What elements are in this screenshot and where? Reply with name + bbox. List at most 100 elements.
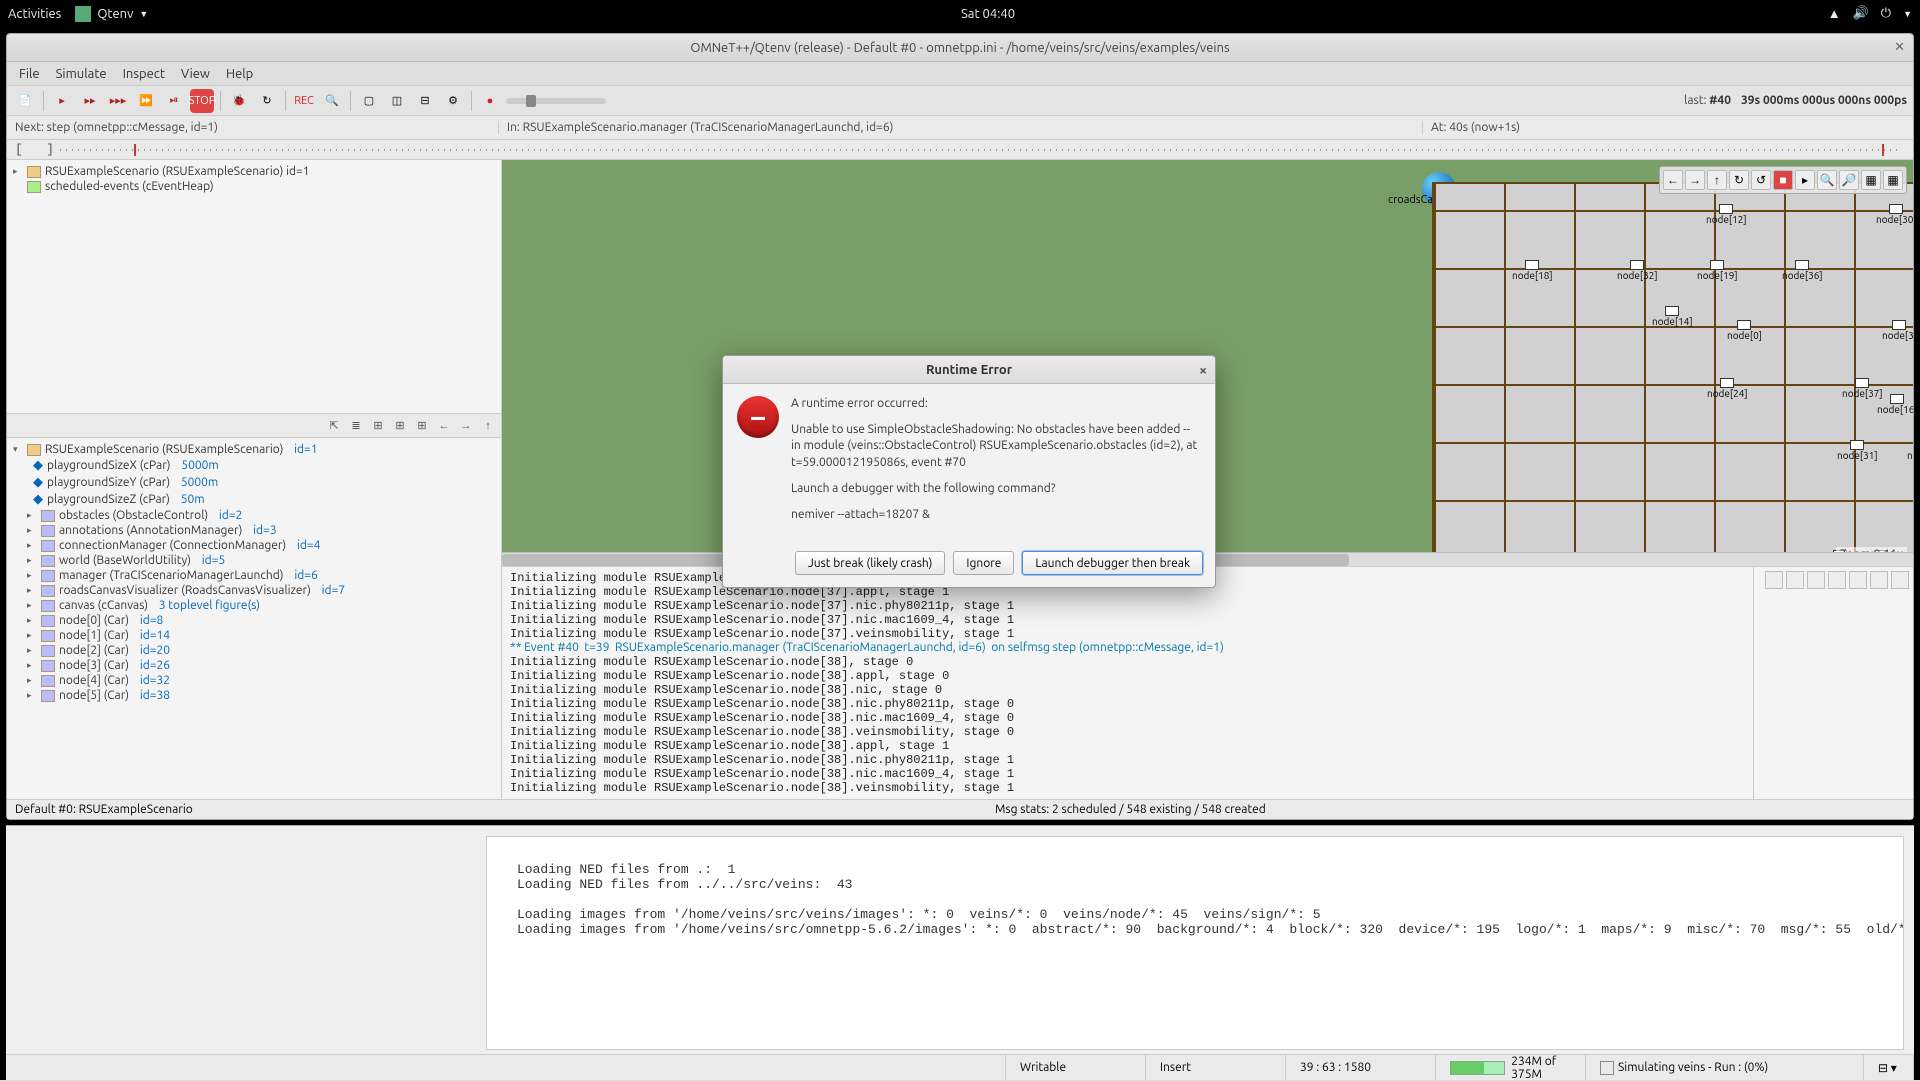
in-module-label: In: RSUExampleScenario.manager (TraCISce… — [499, 121, 1423, 134]
network-icon[interactable]: ▲ — [1828, 6, 1841, 21]
runtime-error-dialog: Runtime Error × – A runtime error occurr… — [722, 355, 1216, 588]
window-title: OMNeT++/Qtenv (release) - Default #0 - o… — [690, 41, 1229, 55]
zoom-in-icon[interactable]: 🔍 — [1817, 170, 1837, 190]
eventheap-icon — [27, 181, 41, 193]
run-button[interactable]: ▸▸ — [78, 89, 102, 113]
sep-icon[interactable] — [1870, 571, 1888, 589]
refresh-button[interactable]: ↻ — [255, 89, 279, 113]
gear-icon[interactable] — [1828, 571, 1846, 589]
menu-inspect[interactable]: Inspect — [123, 67, 165, 81]
stop-icon[interactable]: ■ — [1773, 170, 1793, 190]
up-icon[interactable]: ↑ — [1707, 170, 1727, 190]
menu-simulate[interactable]: Simulate — [56, 67, 107, 81]
module-icon — [41, 600, 55, 612]
module-icon — [41, 645, 55, 657]
record-video-button[interactable]: ● — [478, 89, 502, 113]
status-msgstats: Msg stats: 2 scheduled / 548 existing / … — [987, 803, 1266, 816]
activities-button[interactable]: Activities — [8, 7, 61, 21]
save-icon[interactable] — [1765, 571, 1783, 589]
timeline-button[interactable]: ⊟ — [413, 89, 437, 113]
log-toolbar — [1753, 567, 1913, 799]
stop-button[interactable]: STOP — [190, 89, 214, 113]
console-output[interactable]: Loading NED files from .: 1 Loading NED … — [486, 836, 1904, 1050]
clock[interactable]: Sat 04:40 — [961, 7, 1015, 21]
sort-icon[interactable]: ⊞ — [413, 417, 431, 435]
log-output[interactable]: Initializing module RSUExampleScenario.n… — [502, 567, 1753, 799]
module-icon — [41, 585, 55, 597]
object-tree-top[interactable]: ▸RSUExampleScenario (RSUExampleScenario)… — [7, 160, 501, 414]
options-icon[interactable]: ▦ — [1861, 170, 1881, 190]
group-icon[interactable]: ⊞ — [369, 417, 387, 435]
speed-slider[interactable] — [506, 98, 606, 104]
close-icon[interactable]: × — [1199, 362, 1207, 378]
forward-icon[interactable]: → — [457, 417, 475, 435]
find-button[interactable]: 🔍 — [320, 89, 344, 113]
forward-icon[interactable]: → — [1685, 170, 1705, 190]
at-time-label: At: 40s (now+1s) — [1423, 121, 1913, 134]
flat-icon[interactable]: ≣ — [347, 417, 365, 435]
menu-file[interactable]: File — [19, 67, 40, 81]
next-event-label: Next: step (omnetpp::cMessage, id=1) — [7, 121, 499, 134]
step-button[interactable]: ▸ — [50, 89, 74, 113]
timeline-marker — [134, 144, 136, 156]
module-icon — [41, 615, 55, 627]
redraw-icon[interactable]: ↺ — [1751, 170, 1771, 190]
back-icon[interactable]: ← — [1663, 170, 1683, 190]
power-icon[interactable]: ⏻ — [1881, 6, 1891, 21]
new-run-button[interactable]: 📄 — [13, 89, 37, 113]
inspector-toolbar: ⇱ ≣ ⊞ ⊞ ⊞ ← → ↑ — [7, 414, 501, 438]
road-grid — [1432, 182, 1913, 562]
inherit-icon[interactable]: ⊞ — [391, 417, 409, 435]
toolbar: 📄 ▸ ▸▸ ▸▸▸ ⏩ ⏯ STOP 🐞 ↻ REC 🔍 ▢ ◫ ⊟ ⚙ ● … — [7, 86, 1913, 116]
screenshot-icon[interactable]: ▦ — [1883, 170, 1903, 190]
timeline-marker — [1882, 144, 1884, 156]
ignore-button[interactable]: Ignore — [953, 551, 1014, 575]
module-icon — [41, 630, 55, 642]
status-config: Default #0: RSUExampleScenario — [7, 803, 987, 816]
close-icon[interactable]: ✕ — [1894, 40, 1905, 55]
run-until-button[interactable]: ⏯ — [162, 89, 186, 113]
gear-icon[interactable]: ⚙ — [441, 89, 465, 113]
sb-task: Simulating veins - Run : (0%) — [1586, 1055, 1864, 1080]
module-icon — [41, 690, 55, 702]
launch-debugger-button[interactable]: Launch debugger then break — [1022, 551, 1203, 575]
dialog-title-bar[interactable]: Runtime Error × — [723, 356, 1215, 384]
pin-icon[interactable] — [1786, 571, 1804, 589]
parent-icon[interactable]: ⇱ — [325, 417, 343, 435]
express-button[interactable]: ⏩ — [134, 89, 158, 113]
app-menu[interactable]: Qtenv ▼ — [75, 6, 148, 22]
module-icon — [41, 540, 55, 552]
trash-icon[interactable] — [1600, 1061, 1614, 1075]
sb-etc[interactable]: ⊟ ▾ — [1864, 1055, 1914, 1080]
window-title-bar[interactable]: OMNeT++/Qtenv (release) - Default #0 - o… — [7, 34, 1913, 62]
split-icon[interactable] — [1849, 571, 1867, 589]
timeline-ruler[interactable]: [ ] — [7, 140, 1913, 160]
run-icon[interactable]: ▸ — [1795, 170, 1815, 190]
fast-button[interactable]: ▸▸▸ — [106, 89, 130, 113]
up-icon[interactable]: ↑ — [479, 417, 497, 435]
dialog-title: Runtime Error — [926, 363, 1012, 377]
split-button[interactable]: ◫ — [385, 89, 409, 113]
sb-position: 39 : 63 : 1580 — [1286, 1055, 1436, 1080]
back-icon[interactable]: ← — [435, 417, 453, 435]
module-icon — [41, 570, 55, 582]
rec-button[interactable]: REC — [292, 89, 316, 113]
volume-icon[interactable]: 🔊 — [1853, 6, 1869, 21]
menu-view[interactable]: View — [181, 67, 210, 81]
inspector-tree[interactable]: ▾RSUExampleScenario (RSUExampleScenario)… — [7, 438, 501, 799]
sb-memory[interactable]: 234M of 375M — [1436, 1055, 1586, 1080]
chevron-down-icon: ▼ — [1903, 9, 1912, 19]
menu-help[interactable]: Help — [226, 67, 253, 81]
max-icon[interactable] — [1891, 571, 1909, 589]
module-icon — [27, 166, 41, 178]
sb-writable: Writable — [1006, 1055, 1146, 1080]
chevron-down-icon: ▼ — [139, 9, 148, 19]
filter-icon[interactable] — [1807, 571, 1825, 589]
left-panel: ▸RSUExampleScenario (RSUExampleScenario)… — [7, 160, 502, 799]
layout-button[interactable]: ▢ — [357, 89, 381, 113]
just-break-button[interactable]: Just break (likely crash) — [795, 551, 946, 575]
zoom-out-icon[interactable]: 🔎 — [1839, 170, 1859, 190]
debug-button[interactable]: 🐞 — [227, 89, 251, 113]
relayout-icon[interactable]: ↻ — [1729, 170, 1749, 190]
module-icon — [41, 675, 55, 687]
